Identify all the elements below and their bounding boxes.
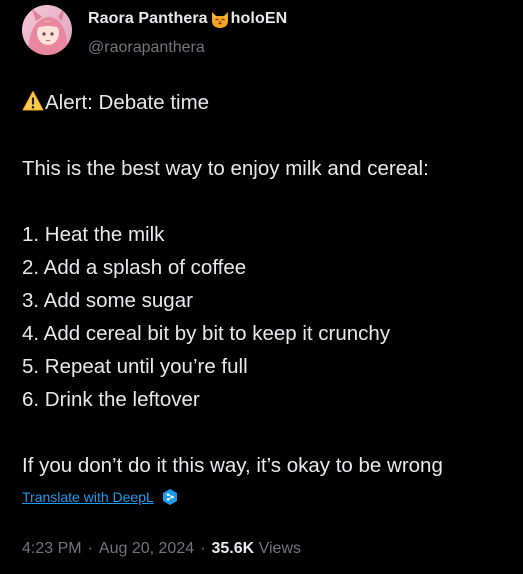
- display-name-suffix: holoEN: [230, 10, 288, 27]
- deepl-icon[interactable]: [161, 488, 179, 506]
- avatar-image: [22, 5, 72, 55]
- translate-link[interactable]: Translate with DeepL: [22, 489, 154, 505]
- tweet-line-closing: If you don’t do it this way, it’s okay t…: [22, 454, 443, 477]
- tweet-line-intro: This is the best way to enjoy milk and c…: [22, 157, 429, 180]
- tweet-meta: 4:23 PM · Aug 20, 2024 · 35.6K Views: [22, 540, 301, 558]
- tweet-line-alert: Alert: Debate time: [22, 86, 522, 119]
- author-handle[interactable]: @raorapanthera: [88, 39, 205, 57]
- tweet-line-text: Alert: Debate time: [45, 91, 210, 114]
- avatar[interactable]: [22, 5, 72, 55]
- warning-icon: [22, 90, 44, 112]
- meta-separator: ·: [87, 540, 93, 557]
- tweet-text: Alert: Debate time This is the best way …: [22, 86, 522, 482]
- views-label: Views: [258, 540, 301, 557]
- author-display-name[interactable]: Raora Panthera holoEN: [88, 9, 287, 29]
- tweet-list-item: 4. Add cereal bit by bit to keep it crun…: [22, 322, 391, 345]
- display-name-text: Raora Panthera: [88, 10, 208, 27]
- tweet-list-item: 3. Add some sugar: [22, 289, 193, 312]
- translate-row: Translate with DeepL: [22, 488, 179, 506]
- tweet-date[interactable]: Aug 20, 2024: [99, 540, 194, 557]
- tweet-list-item: 1. Heat the milk: [22, 223, 165, 246]
- tweet-list-item: 2. Add a splash of coffee: [22, 256, 247, 279]
- tweet-list-item: 5. Repeat until you’re full: [22, 355, 248, 378]
- tweet-time[interactable]: 4:23 PM: [22, 540, 82, 557]
- views-count: 35.6K: [211, 540, 255, 557]
- tweet-list-item: 6. Drink the leftover: [22, 388, 200, 411]
- cat-face-icon: [210, 9, 230, 29]
- meta-separator: ·: [200, 540, 206, 557]
